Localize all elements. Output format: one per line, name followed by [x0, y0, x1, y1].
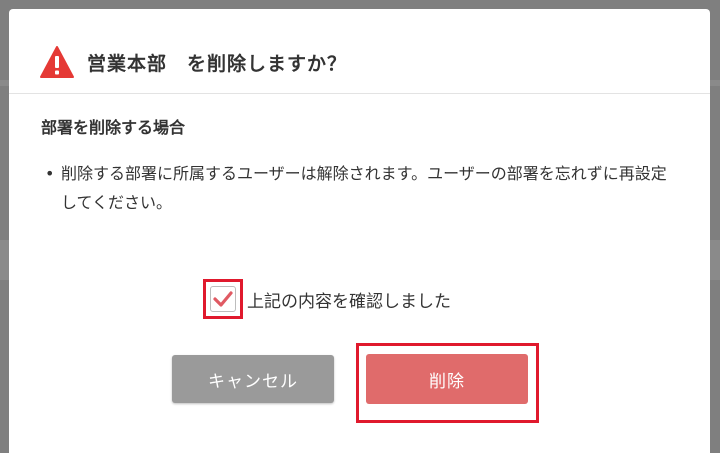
dialog-title: 営業本部 を削除しますか？ — [87, 52, 348, 75]
confirm-checkbox-highlight[interactable] — [203, 279, 243, 319]
confirm-label[interactable]: 上記の内容を確認しました — [247, 287, 451, 312]
bullet-marker: • — [45, 164, 55, 183]
confirm-checkbox[interactable] — [210, 286, 236, 312]
delete-button[interactable]: 削除 — [366, 354, 528, 404]
cancel-button[interactable]: キャンセル — [172, 355, 334, 403]
header-divider — [9, 93, 710, 94]
confirm-row: 上記の内容を確認しました — [203, 279, 451, 319]
checkmark-icon — [213, 291, 233, 307]
warning-note-text: 削除する部署に所属するユーザーは解除されます。ユーザーの部署を忘れずに再設定して… — [61, 164, 667, 212]
dialog-header: 営業本部 を削除しますか？ — [39, 45, 347, 79]
warning-note: • 削除する部署に所属するユーザーは解除されます。ユーザーの部署を忘れずに再設定… — [45, 159, 675, 217]
warning-triangle-icon — [40, 46, 74, 78]
section-heading: 部署を削除する場合 — [41, 118, 186, 137]
